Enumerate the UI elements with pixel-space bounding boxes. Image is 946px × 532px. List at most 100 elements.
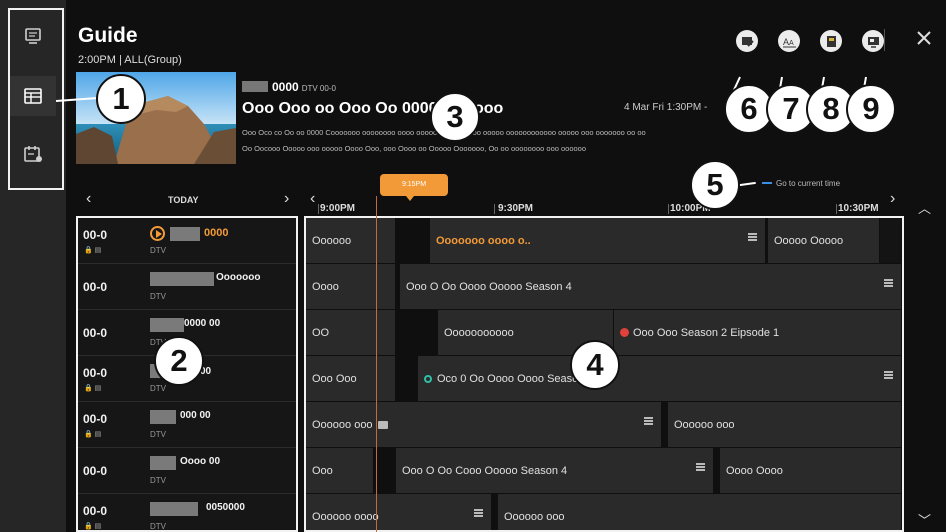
record-edit-icon <box>741 36 754 47</box>
font-size-icon: AA <box>782 37 796 47</box>
channel-name: 000 00 <box>180 410 211 421</box>
lock-icon: 🔒 ▤ <box>84 431 102 438</box>
program-cell[interactable]: Ooo Ooo <box>306 356 396 401</box>
program-cell[interactable]: OO <box>306 310 396 355</box>
channel-name: 0050000 <box>206 502 245 513</box>
channel-number: 00-0 <box>83 504 108 518</box>
program-cell[interactable]: Oooo <box>306 264 396 309</box>
tv-icon <box>25 28 41 44</box>
program-cell[interactable]: Oooooo ooo <box>668 402 902 447</box>
reminder-icon <box>424 374 432 383</box>
time-tick <box>494 204 495 214</box>
go-to-current-time-label: Go to current time <box>776 179 841 188</box>
schedule-list-button[interactable] <box>820 30 842 52</box>
time-tick <box>836 204 837 214</box>
program-cell[interactable]: Oco 0 Oo Oooo Oooo Season 4 <box>418 356 902 401</box>
channel-type: DTV <box>150 430 166 439</box>
program-channel-sub: DTV 00-0 <box>301 84 336 93</box>
menu-icon <box>696 463 705 471</box>
channel-row[interactable]: 00-0 🔒 ▤ 0000 DTV <box>78 218 296 264</box>
close-icon[interactable] <box>914 28 934 48</box>
program-cell[interactable]: Oooooo ooo <box>498 494 902 530</box>
channel-name: Oooo 00 <box>180 456 221 467</box>
time-label: 9:30PM <box>498 203 534 214</box>
record-edit-button[interactable] <box>736 30 758 52</box>
prev-day-arrow[interactable]: ‹ <box>86 190 91 208</box>
program-cell-label: Oooooo oooo <box>312 510 379 523</box>
program-cell-current[interactable]: Ooooooo oooo o.. <box>430 218 766 263</box>
channel-row[interactable]: 00-0 Ooooooo DTV <box>78 264 296 310</box>
program-cell[interactable]: Ooo <box>306 448 374 493</box>
channel-settings-icon <box>867 36 879 48</box>
rail-item-live-tv[interactable] <box>10 16 56 56</box>
channel-row[interactable]: 00-0 🔒 ▤ 000 00 DTV <box>78 402 296 448</box>
program-channel-number: 0000 <box>272 80 299 94</box>
program-cell-empty <box>880 218 902 263</box>
channel-number: 00-0 <box>83 412 108 426</box>
scroll-up-icon[interactable]: ︿ <box>918 198 931 217</box>
callout-9: 9 <box>846 84 896 134</box>
program-cell[interactable]: Ooo O Oo Cooo Ooooo Season 4 <box>396 448 714 493</box>
rail-item-guide[interactable] <box>10 76 56 116</box>
next-day-arrow[interactable]: › <box>284 190 289 208</box>
callout-1: 1 <box>96 74 146 124</box>
date-label: TODAY <box>168 195 199 205</box>
channel-type: DTV <box>150 476 166 485</box>
channel-number: 00-0 <box>83 326 108 340</box>
program-cell[interactable]: Oooo Oooo <box>720 448 902 493</box>
current-time-line <box>376 196 377 532</box>
channel-row[interactable]: 00-0 🔒 ▤ 0050000 DTV <box>78 494 296 531</box>
channel-type: DTV <box>150 522 166 531</box>
channel-logo <box>150 318 184 332</box>
channel-number: 00-0 <box>83 280 108 294</box>
program-cell[interactable]: Oooooo oooo <box>306 494 492 530</box>
program-time: 4 Mar Fri 1:30PM - <box>624 102 708 113</box>
guide-main: Guide 2:00PM | ALL(Group) 0000 DTV 00-0 O… <box>66 0 946 532</box>
record-icon <box>620 328 629 337</box>
tv-guide-screen: Guide 2:00PM | ALL(Group) 0000 DTV 00-0 O… <box>0 0 946 532</box>
font-size-button[interactable]: AA <box>778 30 800 52</box>
menu-icon <box>644 417 653 425</box>
program-description-line-2: Oo Oocooo Ooooo ooo ooooo Oooo Ooo, ooo … <box>242 144 587 153</box>
program-cell[interactable]: Oooooo ooo <box>306 402 662 447</box>
program-cell-label: Ooo Ooo Season 2 Eipsode 1 <box>633 326 780 339</box>
channel-logo <box>150 456 176 470</box>
current-time-flag: 9:15PM <box>380 174 448 201</box>
scroll-down-icon[interactable]: ﹀ <box>918 510 931 529</box>
prev-time-arrow[interactable]: ‹ <box>310 190 315 208</box>
menu-icon <box>474 509 483 517</box>
channel-logo <box>150 502 198 516</box>
channel-name: Ooooooo <box>216 272 261 283</box>
program-cell[interactable]: Oooooo <box>306 218 396 263</box>
channel-type: DTV <box>150 292 166 301</box>
program-cell-label: Ooooooo oooo o.. <box>436 234 531 247</box>
rail-item-schedule[interactable] <box>10 134 56 174</box>
program-row: Oooooo Ooooooo oooo o.. Ooooo Ooooo <box>306 218 902 264</box>
program-cell[interactable]: Ooo Ooo Season 2 Eipsode 1 <box>614 310 902 355</box>
time-tick <box>668 204 669 214</box>
menu-icon <box>748 233 757 241</box>
channel-logo <box>242 81 268 92</box>
page-subtitle: 2:00PM | ALL(Group) <box>78 54 182 66</box>
now-playing-icon <box>150 226 165 241</box>
toolbar-divider <box>884 29 885 51</box>
channel-row[interactable]: 00-0 Oooo 00 DTV <box>78 448 296 494</box>
go-to-current-time[interactable]: Go to current time <box>762 179 840 188</box>
guide-icon <box>24 88 42 104</box>
program-cell[interactable]: Ooooo Ooooo <box>768 218 880 263</box>
channel-name: 0000 00 <box>184 318 221 329</box>
program-row: Oooooo ooo Oooooo ooo <box>306 402 902 448</box>
channel-number: 00-0 <box>83 366 108 380</box>
schedule-icon <box>24 146 42 162</box>
channel-logo <box>170 227 200 241</box>
channel-settings-button[interactable] <box>862 30 884 52</box>
next-time-arrow[interactable]: › <box>890 190 895 208</box>
time-tick <box>318 204 319 214</box>
page-title: Guide <box>78 24 138 47</box>
program-row: Oooooo oooo Oooooo ooo <box>306 494 902 530</box>
callout-2: 2 <box>154 336 204 386</box>
channel-type: DTV <box>150 384 166 393</box>
left-rail <box>0 0 66 532</box>
time-label: 9:00PM <box>320 203 356 214</box>
program-cell[interactable]: Ooo O Oo Oooo Ooooo Season 4 <box>400 264 902 309</box>
